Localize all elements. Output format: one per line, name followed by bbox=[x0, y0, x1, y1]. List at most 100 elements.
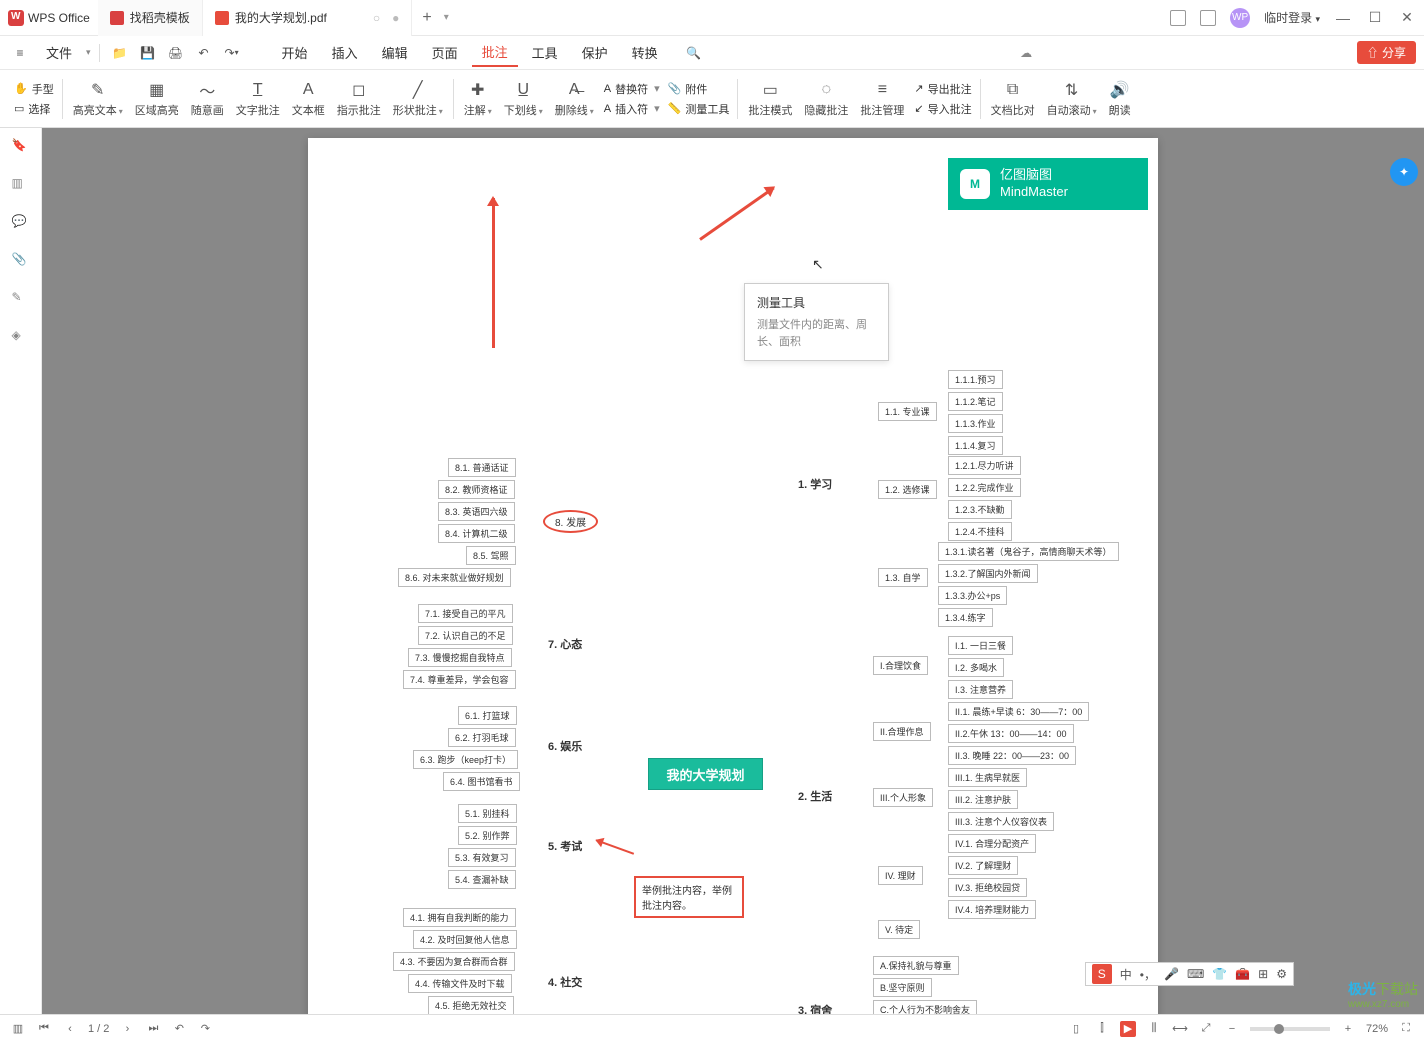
last-page-icon[interactable]: ⏭ bbox=[145, 1021, 161, 1037]
zoom-slider[interactable] bbox=[1250, 1027, 1330, 1031]
ime-apps-icon[interactable]: ⊞ bbox=[1258, 967, 1268, 981]
view-continuous-icon[interactable]: ⫿ bbox=[1094, 1021, 1110, 1037]
file-dropdown-icon[interactable]: ▾ bbox=[86, 47, 91, 58]
rotate-right-icon[interactable]: ↷ bbox=[197, 1021, 213, 1037]
strikeout-tool[interactable]: A̶删除线▾ bbox=[549, 80, 600, 118]
tab-menu-icon[interactable]: ○ bbox=[373, 11, 380, 25]
menu-start[interactable]: 开始 bbox=[272, 39, 318, 66]
redo-icon[interactable]: ↷▾ bbox=[220, 41, 244, 65]
tab-pin-icon[interactable]: ● bbox=[392, 11, 399, 25]
first-page-icon[interactable]: ⏮ bbox=[36, 1021, 52, 1037]
ime-voice-icon[interactable]: 🎤 bbox=[1164, 967, 1179, 981]
replace-tool[interactable]: A替换符▾ bbox=[604, 81, 660, 97]
share-button[interactable]: ⇧ 分享 bbox=[1357, 41, 1416, 64]
help-button[interactable]: ✦ bbox=[1390, 158, 1418, 186]
rotate-left-icon[interactable]: ↶ bbox=[171, 1021, 187, 1037]
import-annot-tool[interactable]: ↙导入批注 bbox=[914, 101, 971, 117]
area-highlight-tool[interactable]: ▦区域高亮 bbox=[129, 80, 185, 118]
branch-6: 6. 娱乐 bbox=[548, 738, 582, 754]
ime-punct-icon[interactable]: •， bbox=[1140, 966, 1156, 983]
textbox-tool[interactable]: A文本框 bbox=[286, 80, 331, 118]
tab-dropdown-icon[interactable]: ▾ bbox=[444, 12, 449, 23]
read-tool[interactable]: 🔊朗读 bbox=[1103, 80, 1137, 118]
note-tool[interactable]: ✚注解▾ bbox=[458, 80, 498, 118]
open-icon[interactable]: 📁 bbox=[108, 41, 132, 65]
autoscroll-tool[interactable]: ⇅自动滚动▾ bbox=[1041, 80, 1103, 118]
fit-page-icon[interactable]: ⤢ bbox=[1198, 1021, 1214, 1037]
hand-tool[interactable]: ✋手型 bbox=[14, 81, 54, 97]
tab-label: 找稻壳模板 bbox=[130, 9, 190, 26]
bookmark-icon[interactable]: 🔖 bbox=[12, 138, 30, 156]
leaf: III.3. 注意个人仪容仪表 bbox=[948, 812, 1054, 831]
document-viewport[interactable]: M 亿图脑图 MindMaster 我的大学规划 1. 学习 1.1. 专业课 … bbox=[42, 128, 1424, 1014]
layers-icon[interactable]: ◈ bbox=[12, 328, 30, 346]
leaf: 7.1. 接受自己的平凡 bbox=[418, 604, 513, 623]
view-single-icon[interactable]: ▯ bbox=[1068, 1021, 1084, 1037]
zoom-in-icon[interactable]: + bbox=[1340, 1021, 1356, 1037]
manage-annot-tool[interactable]: ≡批注管理 bbox=[854, 80, 910, 118]
compare-tool[interactable]: ⧉文档比对 bbox=[985, 80, 1041, 118]
leaf: IV.1. 合理分配资产 bbox=[948, 834, 1036, 853]
menu-edit[interactable]: 编辑 bbox=[372, 39, 418, 66]
menu-insert[interactable]: 插入 bbox=[322, 39, 368, 66]
callout-tool[interactable]: ◻指示批注 bbox=[331, 80, 387, 118]
app-icon-2[interactable] bbox=[1200, 10, 1216, 26]
menu-annotate[interactable]: 批注 bbox=[472, 38, 518, 67]
menu-tools[interactable]: 工具 bbox=[522, 39, 568, 66]
fullscreen-icon[interactable]: ⛶ bbox=[1398, 1021, 1414, 1037]
measure-tool[interactable]: 📏测量工具 bbox=[668, 101, 730, 117]
sb-panel-icon[interactable]: ▥ bbox=[10, 1021, 26, 1037]
select-tool[interactable]: ▭选择 bbox=[14, 101, 54, 117]
leaf: 8.2. 教师资格证 bbox=[438, 480, 515, 499]
shape-annot-tool[interactable]: ╱形状批注▾ bbox=[387, 80, 449, 118]
cloud-icon[interactable]: ☁ bbox=[1020, 46, 1032, 60]
new-tab-button[interactable]: + bbox=[412, 9, 441, 27]
menu-page[interactable]: 页面 bbox=[422, 39, 468, 66]
file-menu[interactable]: 文件 bbox=[36, 39, 82, 66]
ime-bar[interactable]: S 中 •， 🎤 ⌨ 👕 🧰 ⊞ ⚙ bbox=[1085, 962, 1294, 986]
tab-templates[interactable]: 找稻壳模板 bbox=[98, 0, 203, 36]
tab-document[interactable]: 我的大学规划.pdf ○ ● bbox=[203, 0, 413, 36]
edit-panel-icon[interactable]: ✎ bbox=[12, 290, 30, 308]
maximize-button[interactable]: ☐ bbox=[1366, 11, 1384, 25]
menu-convert[interactable]: 转换 bbox=[622, 39, 668, 66]
zoom-out-icon[interactable]: − bbox=[1224, 1021, 1240, 1037]
highlight-tool[interactable]: ✎高亮文本▾ bbox=[67, 80, 129, 118]
comment-icon[interactable]: 💬 bbox=[12, 214, 30, 232]
ime-mode[interactable]: 中 bbox=[1120, 966, 1132, 983]
fit-width-icon[interactable]: ⟷ bbox=[1172, 1021, 1188, 1037]
app-icon-1[interactable] bbox=[1170, 10, 1186, 26]
save-icon[interactable]: 💾 bbox=[136, 41, 160, 65]
export-annot-tool[interactable]: ↗导出批注 bbox=[914, 81, 971, 97]
undo-icon[interactable]: ↶ bbox=[192, 41, 216, 65]
ime-toolbox-icon[interactable]: 🧰 bbox=[1235, 967, 1250, 981]
sub: I.合理饮食 bbox=[873, 656, 928, 675]
view-two-page-icon[interactable]: ⫼ bbox=[1146, 1021, 1162, 1037]
login-label[interactable]: 临时登录 ▾ bbox=[1264, 9, 1320, 26]
search-icon[interactable]: 🔍 bbox=[682, 41, 706, 65]
next-page-icon[interactable]: › bbox=[119, 1021, 135, 1037]
minimize-button[interactable]: — bbox=[1334, 11, 1352, 25]
attachment-panel-icon[interactable]: 📎 bbox=[12, 252, 30, 270]
prev-page-icon[interactable]: ‹ bbox=[62, 1021, 78, 1037]
insert-tool[interactable]: A插入符▾ bbox=[604, 101, 660, 117]
avatar[interactable]: WP bbox=[1230, 8, 1250, 28]
leaf: 1.3.2.了解国内外新闻 bbox=[938, 564, 1038, 583]
attachment-tool[interactable]: 📎附件 bbox=[668, 81, 730, 97]
underline-tool[interactable]: U̲下划线▾ bbox=[498, 80, 549, 118]
menu-protect[interactable]: 保护 bbox=[572, 39, 618, 66]
leaf: 6.4. 图书馆看书 bbox=[443, 772, 520, 791]
annot-mode-tool[interactable]: ▭批注模式 bbox=[742, 80, 798, 118]
thumbnail-icon[interactable]: ▥ bbox=[12, 176, 30, 194]
hide-annot-tool[interactable]: ◌隐藏批注 bbox=[798, 80, 854, 118]
view-presentation-icon[interactable]: ▶ bbox=[1120, 1021, 1136, 1037]
ime-keyboard-icon[interactable]: ⌨ bbox=[1187, 967, 1204, 981]
ime-settings-icon[interactable]: ⚙ bbox=[1276, 967, 1287, 981]
leaf: 1.1.1.预习 bbox=[948, 370, 1003, 389]
text-annot-tool[interactable]: T̲文字批注 bbox=[230, 80, 286, 118]
close-button[interactable]: ✕ bbox=[1398, 11, 1416, 25]
print-icon[interactable]: 🖨 bbox=[164, 41, 188, 65]
menu-icon[interactable]: ≡ bbox=[8, 41, 32, 65]
ime-skin-icon[interactable]: 👕 bbox=[1212, 967, 1227, 981]
freehand-tool[interactable]: 〜随意画 bbox=[185, 80, 230, 118]
